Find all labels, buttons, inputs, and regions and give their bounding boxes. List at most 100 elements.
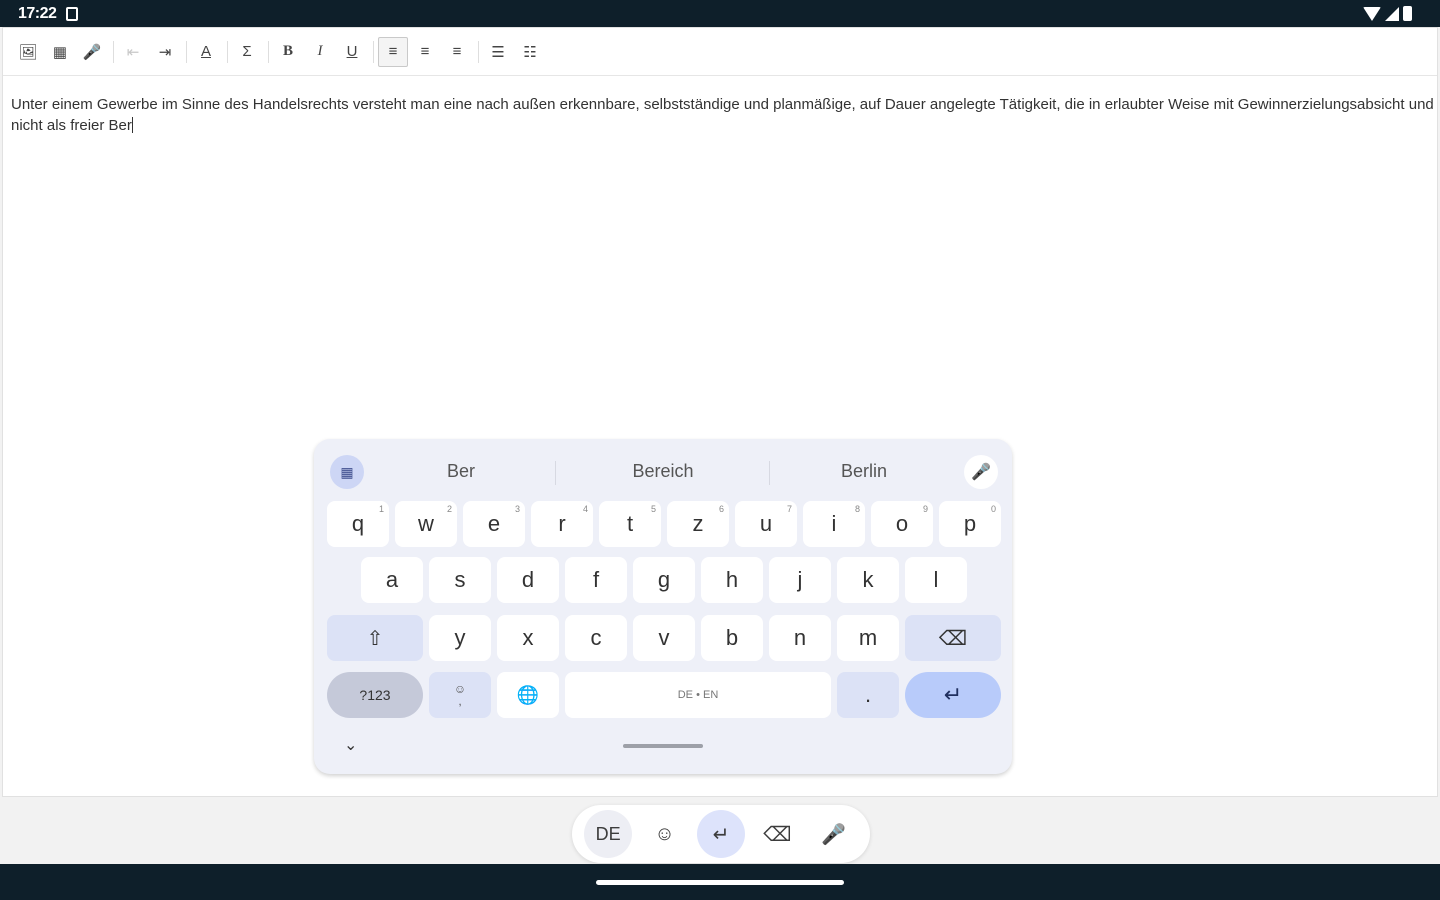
key-z[interactable]: z6 (667, 501, 729, 547)
align-left-button[interactable]: ≡ (378, 36, 408, 67)
key-hint: 9 (922, 504, 928, 514)
key-e[interactable]: e3 (463, 501, 525, 547)
status-bar: 17:22 (0, 0, 1440, 27)
floating-keyboard-bar: DE ☺ ↵ ⌫ 🎤 (572, 805, 870, 863)
key-hint: 2 (446, 504, 452, 514)
key-y[interactable]: y (429, 615, 491, 661)
collapse-keyboard-icon[interactable]: ⌄ (344, 735, 357, 755)
key-m[interactable]: m (837, 615, 899, 661)
globe-key[interactable]: 🌐 (497, 672, 559, 718)
key-u[interactable]: u7 (735, 501, 797, 547)
key-hint: 1 (378, 504, 384, 514)
toolbar-divider (227, 40, 228, 63)
key-label: q (351, 511, 365, 536)
key-i[interactable]: i8 (803, 501, 865, 547)
text-color-button[interactable]: A (191, 37, 221, 67)
key-h[interactable]: h (701, 557, 763, 603)
key-r[interactable]: r4 (531, 501, 593, 547)
backspace-key[interactable]: ⌫ (905, 615, 1001, 661)
key-label: e (487, 511, 501, 536)
mic-icon[interactable]: 🎤 (810, 810, 858, 858)
align-center-button[interactable]: ≡ (410, 37, 440, 67)
shift-key[interactable]: ⇧ (327, 615, 423, 661)
space-key[interactable]: DE • EN (565, 672, 831, 718)
key-k[interactable]: k (837, 557, 899, 603)
key-a[interactable]: a (361, 557, 423, 603)
key-b[interactable]: b (701, 615, 763, 661)
key-j[interactable]: j (769, 557, 831, 603)
text-cursor (131, 117, 133, 133)
toolbar-divider (268, 40, 269, 63)
wifi-icon (1363, 6, 1381, 21)
insert-image-button[interactable]: 🖼 (13, 37, 43, 67)
suggestion-divider (769, 461, 770, 485)
key-hint: 3 (514, 504, 520, 514)
language-button[interactable]: DE (584, 810, 633, 858)
key-v[interactable]: v (633, 615, 695, 661)
keyboard-drag-handle[interactable] (623, 744, 703, 748)
navigation-bar (0, 864, 1440, 900)
signal-icon (1385, 6, 1399, 21)
key-q[interactable]: q1 (327, 501, 389, 547)
suggestion-3[interactable]: Berlin (774, 461, 954, 482)
document-text-area[interactable]: Unter einem Gewerbe im Sinne des Handels… (11, 94, 1435, 136)
symbols-key[interactable]: ?123 (327, 672, 423, 718)
key-p[interactable]: p0 (939, 501, 1001, 547)
key-hint: 6 (718, 504, 724, 514)
underline-button[interactable]: U (337, 37, 367, 67)
indent-decrease-button[interactable]: ⇤ (118, 37, 148, 67)
virtual-keyboard: ▦ Ber Bereich Berlin 🎤 q1 w2 e3 r4 t5 z6… (314, 439, 1012, 774)
key-t[interactable]: t5 (599, 501, 661, 547)
status-icons (1363, 6, 1412, 21)
ordered-list-button[interactable]: ☰ (483, 37, 513, 67)
key-label: p (963, 511, 977, 536)
key-label: i (831, 511, 837, 536)
formatting-toolbar: 🖼 ▦ 🎤 ⇤ ⇥ A Σ B I U ≡ ≡ ≡ ☰ ☷ (3, 28, 1437, 76)
toolbar-divider (113, 40, 114, 63)
key-label: u (759, 511, 773, 536)
key-label: z (692, 511, 704, 536)
document-text: Unter einem Gewerbe im Sinne des Handels… (11, 96, 1434, 134)
key-hint: 5 (650, 504, 656, 514)
toolbar-divider (373, 40, 374, 63)
key-label: r (558, 511, 566, 536)
bullet-list-button[interactable]: ☷ (515, 37, 545, 67)
key-hint: 4 (582, 504, 588, 514)
voice-input-icon[interactable]: 🎤 (964, 455, 998, 489)
suggestion-2[interactable]: Bereich (573, 461, 753, 482)
key-x[interactable]: x (497, 615, 559, 661)
key-l[interactable]: l (905, 557, 967, 603)
suggestion-divider (555, 461, 556, 485)
italic-button[interactable]: I (305, 37, 335, 67)
emoji-icon[interactable]: ☺ (641, 810, 689, 858)
key-hint: 8 (854, 504, 860, 514)
key-g[interactable]: g (633, 557, 695, 603)
home-gesture-handle[interactable] (596, 880, 844, 885)
enter-key[interactable]: ↵ (905, 672, 1001, 718)
key-n[interactable]: n (769, 615, 831, 661)
insert-media-button[interactable]: ▦ (45, 37, 75, 67)
record-audio-button[interactable]: 🎤 (77, 37, 107, 67)
battery-icon (1403, 6, 1412, 21)
bold-button[interactable]: B (273, 37, 303, 67)
align-right-button[interactable]: ≡ (442, 37, 472, 67)
indent-increase-button[interactable]: ⇥ (150, 37, 180, 67)
keyboard-apps-icon[interactable]: ▦ (330, 455, 364, 489)
key-hint: 7 (786, 504, 792, 514)
period-key[interactable]: . (837, 672, 899, 718)
delete-icon[interactable]: ⌫ (753, 810, 801, 858)
key-o[interactable]: o9 (871, 501, 933, 547)
formula-button[interactable]: Σ (232, 37, 262, 67)
screenshot-icon (66, 7, 78, 21)
key-d[interactable]: d (497, 557, 559, 603)
toolbar-divider (478, 40, 479, 63)
key-c[interactable]: c (565, 615, 627, 661)
status-time: 17:22 (18, 5, 57, 22)
comma-label: , (458, 694, 462, 708)
comma-key[interactable]: ☺, (429, 672, 491, 718)
suggestion-1[interactable]: Ber (371, 461, 551, 482)
key-f[interactable]: f (565, 557, 627, 603)
enter-icon[interactable]: ↵ (696, 810, 745, 858)
key-w[interactable]: w2 (395, 501, 457, 547)
key-s[interactable]: s (429, 557, 491, 603)
